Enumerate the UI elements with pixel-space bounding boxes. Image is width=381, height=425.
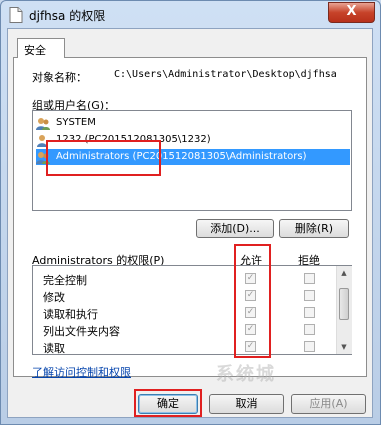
permission-row: 完全控制 <box>33 271 336 287</box>
permissions-scrollbar[interactable]: ▲ ▼ <box>336 266 352 354</box>
deny-checkbox[interactable] <box>304 324 315 335</box>
list-item-label: Administrators (PC201512081305\Administr… <box>56 151 307 162</box>
close-button[interactable]: X <box>328 2 375 23</box>
allow-checkbox[interactable]: ✓ <box>245 341 256 352</box>
list-item-label: SYSTEM <box>56 117 96 128</box>
remove-button[interactable]: 删除(R) <box>279 219 349 238</box>
user-group-icon <box>36 152 50 164</box>
permission-name: 列出文件夹内容 <box>43 325 120 338</box>
permission-row: 读取 <box>33 339 336 355</box>
cancel-button[interactable]: 取消 <box>209 394 284 414</box>
file-icon <box>9 7 23 23</box>
window-title: djfhsa 的权限 <box>29 9 106 23</box>
watermark: 系统城 <box>216 364 276 385</box>
permission-row: 修改 <box>33 288 336 304</box>
object-name-label: 对象名称： <box>32 71 87 84</box>
tab-security[interactable]: 安全 <box>17 38 65 58</box>
scroll-up-icon[interactable]: ▲ <box>339 268 349 278</box>
scroll-thumb[interactable] <box>339 288 349 320</box>
list-item-administrators[interactable]: Administrators (PC201512081305\Administr… <box>36 149 350 165</box>
allow-checkbox[interactable]: ✓ <box>245 324 256 335</box>
permission-row: 读取和执行 <box>33 305 336 321</box>
add-button[interactable]: 添加(D)... <box>196 219 274 238</box>
allow-checkbox[interactable]: ✓ <box>245 290 256 301</box>
group-user-list[interactable]: SYSTEM 1232 (PC201512081305\1232) Admini… <box>32 110 352 211</box>
deny-checkbox[interactable] <box>304 290 315 301</box>
permission-name: 读取 <box>43 342 65 355</box>
apply-button[interactable]: 应用(A) <box>291 394 366 414</box>
allow-checkbox[interactable]: ✓ <box>245 273 256 284</box>
list-item-label: 1232 (PC201512081305\1232) <box>56 134 211 145</box>
deny-checkbox[interactable] <box>304 273 315 284</box>
permission-name: 完全控制 <box>43 274 87 287</box>
title-bar[interactable]: djfhsa 的权限 X <box>1 1 381 29</box>
object-name-value: C:\Users\Administrator\Desktop\djfhsa <box>114 69 337 80</box>
user-icon <box>37 135 47 147</box>
deny-checkbox[interactable] <box>304 307 315 318</box>
permission-name: 读取和执行 <box>43 308 98 321</box>
allow-checkbox[interactable]: ✓ <box>245 307 256 318</box>
permission-name: 修改 <box>43 291 65 304</box>
deny-checkbox[interactable] <box>304 341 315 352</box>
permission-row: 列出文件夹内容 <box>33 322 336 338</box>
scroll-down-icon[interactable]: ▼ <box>339 342 349 352</box>
access-control-help-link[interactable]: 了解访问控制和权限 <box>32 364 131 380</box>
user-group-icon <box>36 118 50 130</box>
ok-button[interactable]: 确定 <box>138 394 198 414</box>
